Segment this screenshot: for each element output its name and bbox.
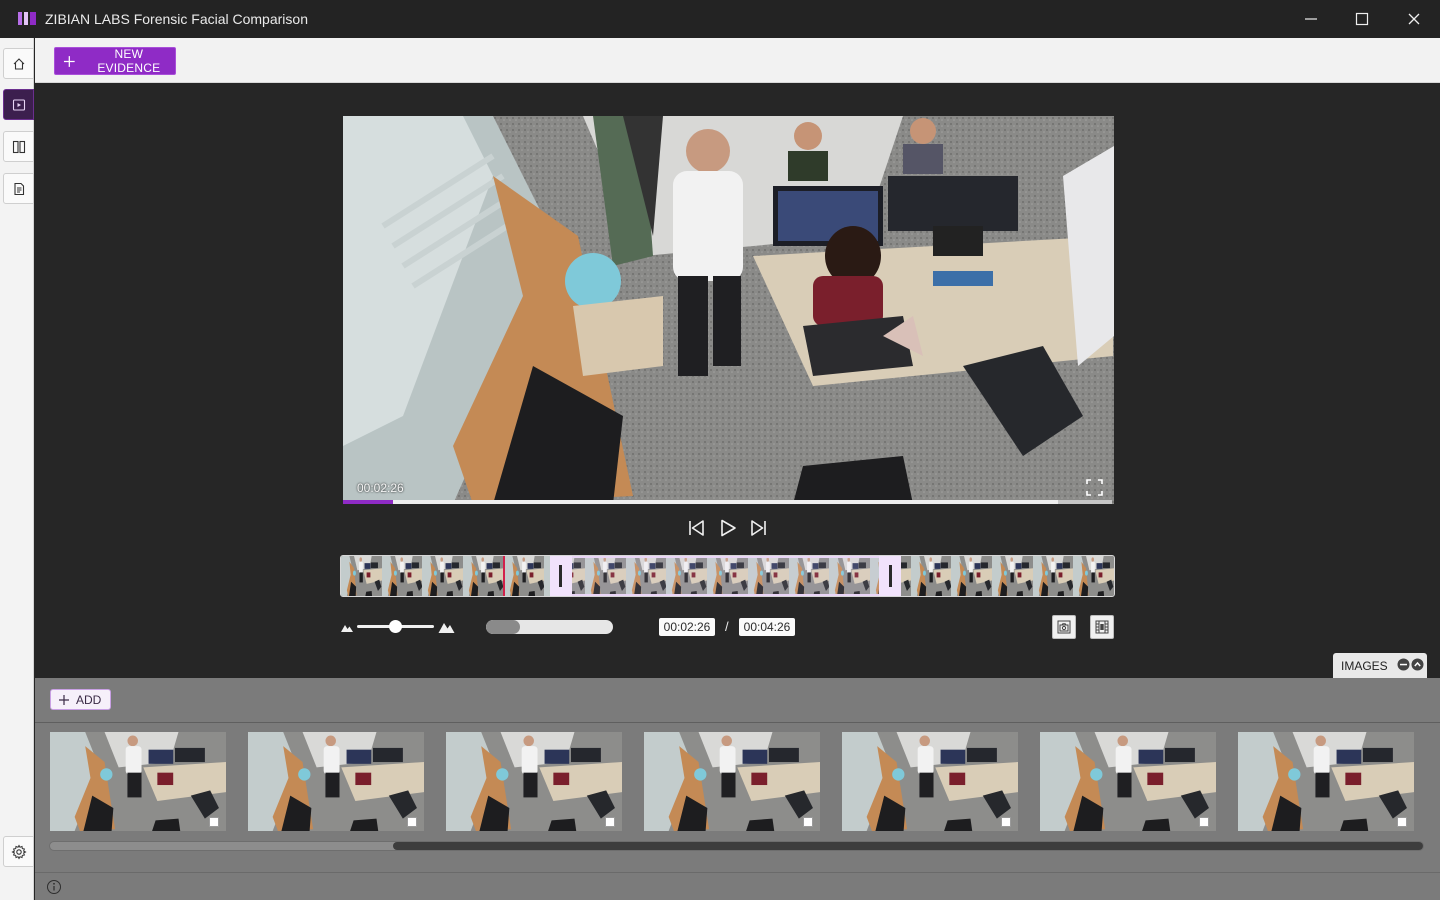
selection-start-handle[interactable] [549,556,572,596]
timeline-frame [951,556,994,596]
play-icon [721,519,736,537]
timeline-frame [1032,556,1075,596]
time-separator: / [725,619,729,634]
thumbnail-checkbox[interactable] [209,817,219,827]
skip-forward-icon [751,520,766,536]
timeline-frame [1073,556,1114,596]
speed-slider-fill [486,620,521,634]
timeline-selection[interactable] [549,556,902,596]
capture-frame-button[interactable] [1052,615,1076,639]
images-tab[interactable]: IMAGES [1333,653,1427,678]
current-time-field[interactable]: 00:02:26 [659,618,715,636]
zoom-slider-thumb[interactable] [389,620,402,633]
minimize-icon [1305,18,1317,20]
image-thumbnail[interactable] [248,732,424,831]
fullscreen-icon[interactable] [1086,479,1103,496]
images-tab-label: IMAGES [1341,658,1388,673]
video-progress-bar[interactable] [343,500,1112,504]
image-thumbnail[interactable] [842,732,1018,831]
plus-icon [63,55,75,67]
thumbnail-checkbox[interactable] [1199,817,1209,827]
speed-slider[interactable] [486,620,613,634]
thumbnail-checkbox[interactable] [1001,817,1011,827]
status-bar [35,872,1440,900]
image-thumbnail[interactable] [50,732,226,831]
total-time-field: 00:04:26 [739,618,795,636]
image-thumbnail[interactable] [1040,732,1216,831]
columns-icon [12,140,25,153]
maximize-icon [1355,12,1369,26]
maximize-button[interactable] [1336,0,1388,38]
thumbnail-checkbox[interactable] [605,817,615,827]
gear-icon [10,843,27,860]
app-title: ZIBIAN LABS Forensic Facial Comparison [45,11,308,27]
timeline-strip[interactable] [340,555,1115,597]
new-evidence-label: NEW EVIDENCE [97,47,161,75]
skip-back-button[interactable] [686,518,706,538]
app-logo-icon [18,12,36,25]
close-icon [1408,13,1420,25]
scrollbar-thumb[interactable] [393,842,1423,850]
image-thumbnail[interactable] [446,732,622,831]
image-thumbnail[interactable] [1238,732,1414,831]
rail-report-button[interactable] [3,173,34,204]
skip-forward-button[interactable] [749,518,769,538]
plus-icon [59,694,69,705]
add-image-button[interactable]: ADD [50,689,111,710]
extract-frames-button[interactable] [1090,615,1114,639]
navigation-rail [0,38,34,900]
thumbnail-checkbox[interactable] [407,817,417,827]
image-thumbnail[interactable] [644,732,820,831]
minimize-button[interactable] [1285,0,1337,38]
add-image-label: ADD [76,692,102,707]
collapse-icon[interactable] [1397,658,1410,671]
film-frames-icon [1095,620,1109,634]
rail-comparison-button[interactable] [3,131,34,162]
rail-video-button[interactable] [3,89,34,120]
timeline-frame [463,556,506,596]
images-panel: ADD [35,678,1440,872]
video-progress-fill [343,500,393,504]
thumbnail-checkbox[interactable] [803,817,813,827]
camera-icon [1057,620,1071,634]
info-icon[interactable] [46,879,62,895]
video-icon [12,98,25,111]
new-evidence-button[interactable]: NEW EVIDENCE [54,47,176,75]
skip-back-icon [689,520,704,536]
title-bar: ZIBIAN LABS Forensic Facial Comparison [0,0,1440,38]
mountain-small-icon [341,625,353,632]
rail-home-button[interactable] [3,48,34,79]
home-icon [13,57,24,70]
toolbar: NEW EVIDENCE [35,38,1440,83]
horizontal-scrollbar[interactable] [49,841,1424,851]
mountain-large-icon [438,623,455,633]
timeline-playhead[interactable] [503,556,506,596]
document-icon [13,182,24,195]
play-button[interactable] [718,518,738,538]
video-buffer-bar [1058,500,1112,504]
timeline-frame [422,556,465,596]
chevron-up-icon[interactable] [1411,658,1424,671]
timeline-frame [503,556,546,596]
panel-divider [35,722,1440,723]
timeline-frame [991,556,1034,596]
close-button[interactable] [1388,0,1440,38]
timeline-frame [381,556,424,596]
video-frame-image [343,116,1114,504]
timeline-frame [341,556,383,596]
video-current-time: 00:02:26 [357,481,404,495]
settings-button[interactable] [3,836,34,867]
thumbnail-checkbox[interactable] [1397,817,1407,827]
timeline-frame [910,556,953,596]
video-player[interactable] [343,116,1114,504]
selection-end-handle[interactable] [879,556,902,596]
